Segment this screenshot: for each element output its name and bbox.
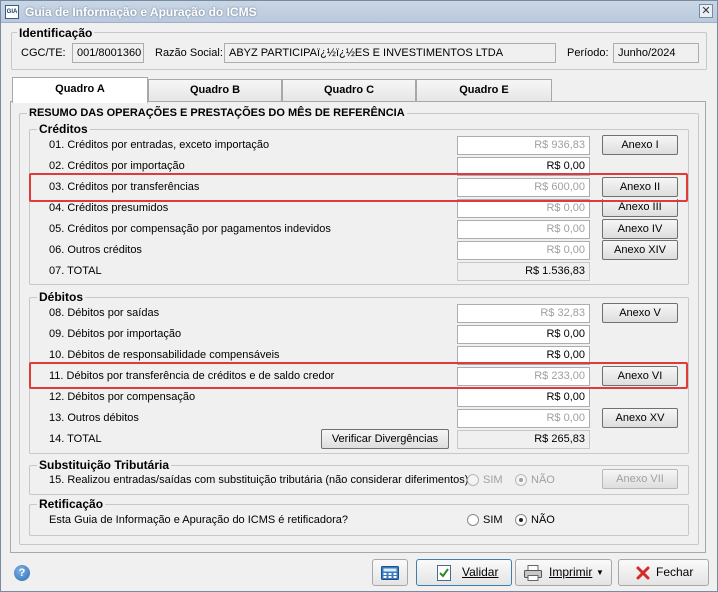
substituicao-question: 15. Realizou entradas/saídas com substit… <box>49 474 469 486</box>
validar-button[interactable]: Validar <box>416 559 512 586</box>
substituicao-label: Substituição Tributária <box>37 458 172 472</box>
credito-02-label: 02. Créditos por importação <box>49 160 185 172</box>
razao-social-label: Razão Social: <box>155 47 223 59</box>
tab-quadro-e[interactable]: Quadro E <box>416 79 552 101</box>
window-title: Guia de Informação e Apuração do ICMS <box>25 5 257 19</box>
imprimir-label: Imprimir <box>549 565 593 579</box>
creditos-label: Créditos <box>37 122 90 136</box>
calculator-icon <box>381 566 399 580</box>
retificacao-sim-radio[interactable] <box>467 514 479 526</box>
app-icon: GIA <box>5 5 19 19</box>
anexo-v-button[interactable]: Anexo V <box>602 303 678 323</box>
debitos-label: Débitos <box>37 290 86 304</box>
title-bar: GIA Guia de Informação e Apuração do ICM… <box>1 1 717 23</box>
debito-14-label: 14. TOTAL <box>49 433 102 445</box>
anexo-i-button[interactable]: Anexo I <box>602 135 678 155</box>
anexo-vii-button[interactable]: Anexo VII <box>602 469 678 489</box>
debito-10-label: 10. Débitos de responsabilidade compensá… <box>49 349 280 361</box>
substituicao-nao-radio[interactable] <box>515 474 527 486</box>
credito-06-field[interactable]: R$ 0,00 <box>457 241 590 260</box>
debito-12-field[interactable]: R$ 0,00 <box>457 388 590 407</box>
credito-07-label: 07. TOTAL <box>49 265 102 277</box>
credito-05-field[interactable]: R$ 0,00 <box>457 220 590 239</box>
substituicao-nao-label: NÃO <box>531 474 555 486</box>
debito-09-field[interactable]: R$ 0,00 <box>457 325 590 344</box>
cgc-field[interactable]: 001/8001360 <box>72 43 144 63</box>
credito-01-field[interactable]: R$ 936,83 <box>457 136 590 155</box>
credito-total-field: R$ 1.536,83 <box>457 262 590 281</box>
anexo-xv-button[interactable]: Anexo XV <box>602 408 678 428</box>
tab-quadro-b[interactable]: Quadro B <box>148 79 282 101</box>
retificacao-question: Esta Guia de Informação e Apuração do IC… <box>49 514 348 526</box>
credito-05-label: 05. Créditos por compensação por pagamen… <box>49 223 331 235</box>
debito-08-field[interactable]: R$ 32,83 <box>457 304 590 323</box>
debito-total-field: R$ 265,83 <box>457 430 590 449</box>
retificacao-label: Retificação <box>37 497 106 511</box>
debito-11-highlight <box>29 362 688 389</box>
debito-13-field[interactable]: R$ 0,00 <box>457 409 590 428</box>
gia-window: GIA Guia de Informação e Apuração do ICM… <box>0 0 718 592</box>
debito-09-label: 09. Débitos por importação <box>49 328 182 340</box>
calculator-button[interactable] <box>372 559 408 586</box>
credito-06-label: 06. Outros créditos <box>49 244 142 256</box>
fechar-button[interactable]: Fechar <box>618 559 709 586</box>
substituicao-sim-radio[interactable] <box>467 474 479 486</box>
debito-13-label: 13. Outros débitos <box>49 412 139 424</box>
razao-social-field[interactable]: ABYZ PARTICIPAï¿½ï¿½ES E INVESTIMENTOS L… <box>224 43 556 63</box>
credito-03-highlight <box>29 173 688 202</box>
anexo-xiv-button[interactable]: Anexo XIV <box>602 240 678 260</box>
credito-01-label: 01. Créditos por entradas, exceto import… <box>49 139 270 151</box>
retificacao-sim-label: SIM <box>483 514 503 526</box>
help-icon[interactable]: ? <box>14 565 30 581</box>
identificacao-label: Identificação <box>17 26 95 40</box>
retificacao-nao-label: NÃO <box>531 514 555 526</box>
validar-label: Validar <box>462 565 499 579</box>
anexo-iv-button[interactable]: Anexo IV <box>602 219 678 239</box>
chevron-down-icon: ▼ <box>596 568 604 577</box>
close-window-button[interactable]: ✕ <box>699 4 713 18</box>
close-x-icon <box>636 566 650 580</box>
tab-quadro-a[interactable]: Quadro A <box>12 77 148 103</box>
fechar-label: Fechar <box>656 565 694 579</box>
verificar-divergencias-button[interactable]: Verificar Divergências <box>321 429 449 449</box>
debito-12-label: 12. Débitos por compensação <box>49 391 196 403</box>
retificacao-nao-radio[interactable] <box>515 514 527 526</box>
imprimir-button[interactable]: Imprimir ▼ <box>515 559 612 586</box>
credito-04-label: 04. Créditos presumidos <box>49 202 169 214</box>
periodo-label: Período: <box>567 47 609 59</box>
checklist-icon <box>437 565 451 581</box>
debito-08-label: 08. Débitos por saídas <box>49 307 160 319</box>
printer-icon <box>524 565 542 581</box>
cgc-label: CGC/TE: <box>21 47 66 59</box>
substituicao-sim-label: SIM <box>483 474 503 486</box>
tab-quadro-c[interactable]: Quadro C <box>282 79 416 101</box>
periodo-field[interactable]: Junho/2024 <box>613 43 699 63</box>
resumo-label: RESUMO DAS OPERAÇÕES E PRESTAÇÕES DO MÊS… <box>27 106 407 120</box>
